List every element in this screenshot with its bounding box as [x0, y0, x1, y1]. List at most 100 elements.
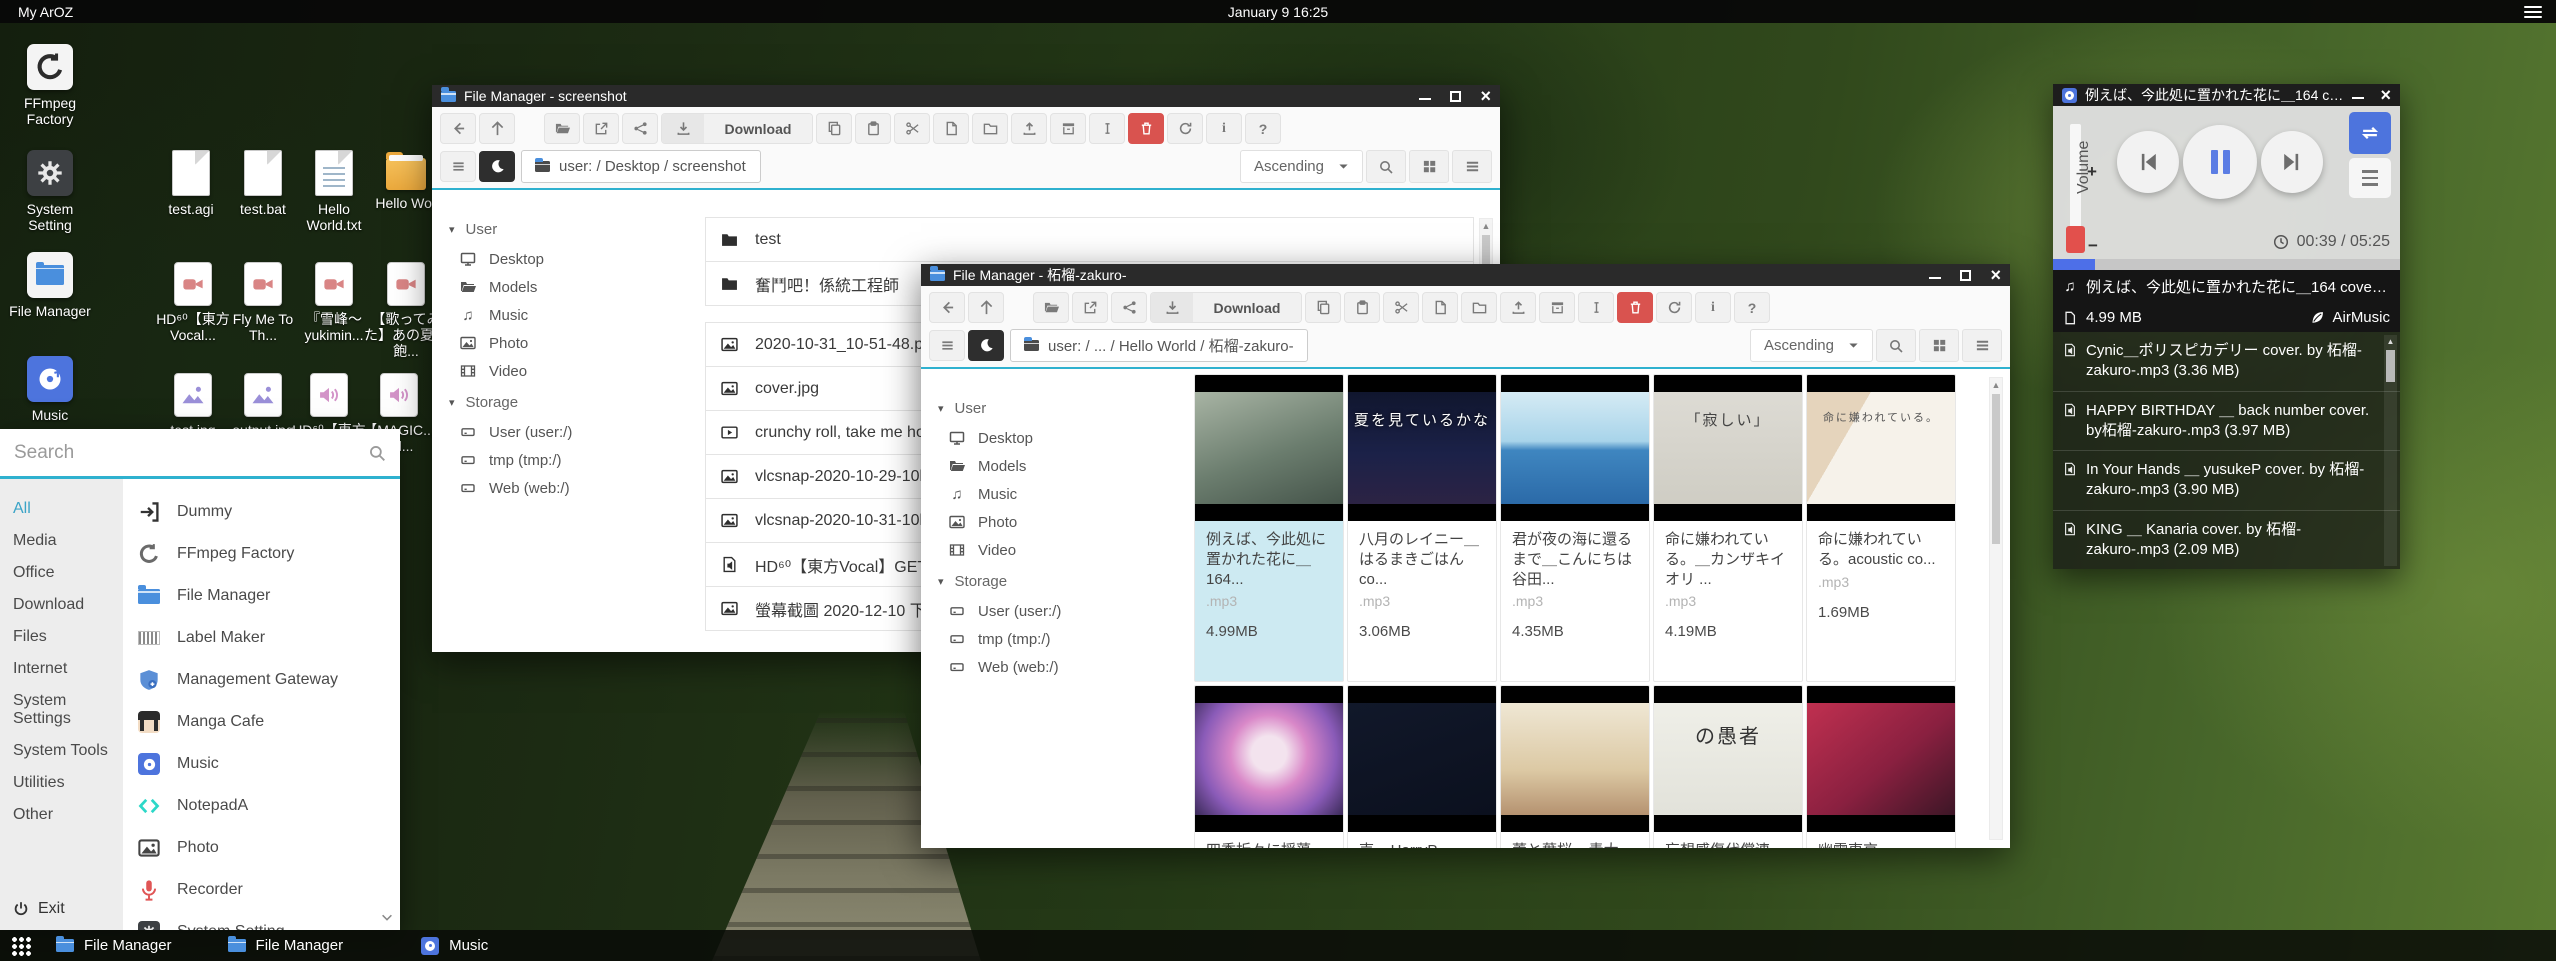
sidebar-item-models[interactable]: Models	[938, 452, 1186, 480]
exit-button[interactable]: Exit	[13, 900, 65, 918]
paste-button[interactable]	[1344, 292, 1380, 323]
list-menu-button[interactable]	[440, 151, 476, 182]
open-button[interactable]	[544, 113, 580, 144]
category-files[interactable]: Files	[0, 621, 123, 653]
app-item-dummy[interactable]: Dummy	[123, 491, 400, 533]
rename-button[interactable]	[1578, 292, 1614, 323]
up-button[interactable]	[479, 113, 515, 144]
upload-button[interactable]	[1011, 113, 1047, 144]
sidebar-item-tmp-drive[interactable]: tmp (tmp:/)	[449, 446, 697, 474]
previous-track-button[interactable]	[2117, 131, 2179, 193]
delete-button[interactable]	[1617, 292, 1653, 323]
category-utilities[interactable]: Utilities	[0, 767, 123, 799]
paste-button[interactable]	[855, 113, 891, 144]
taskbar-item-file-manager-1[interactable]: File Manager	[56, 937, 172, 954]
playlist-menu-button[interactable]	[2349, 158, 2391, 198]
app-item-management-gateway[interactable]: Management Gateway	[123, 659, 400, 701]
sidebar-item-user-drive[interactable]: User (user:/)	[938, 597, 1186, 625]
category-other[interactable]: Other	[0, 799, 123, 831]
info-button[interactable]: i	[1206, 113, 1242, 144]
app-item-notepada[interactable]: NotepadA	[123, 785, 400, 827]
sidebar-section-storage[interactable]: ▾Storage	[938, 573, 1186, 590]
player-titlebar[interactable]: 例えば、今此処に置かれた花に＿164 c… ×	[2053, 84, 2400, 106]
desktop-icon-ffmpeg[interactable]: FFmpeg Factory	[13, 44, 87, 127]
app-item-ffmpeg-factory[interactable]: FFmpeg Factory	[123, 533, 400, 575]
desktop-file-hello-world-txt[interactable]: Hello World.txt	[297, 150, 371, 233]
desktop-file-test-bat[interactable]: test.bat	[226, 150, 300, 217]
desktop-file-video-2[interactable]: Fly Me To Th...	[226, 262, 300, 343]
grid-view-button[interactable]	[1409, 150, 1449, 183]
file-tile[interactable]: 君が夜の海に還るまで＿こんにちは谷田....mp34.35MB	[1500, 374, 1650, 682]
list-view-button[interactable]	[1452, 150, 1492, 183]
minimize-button[interactable]	[1929, 277, 1941, 279]
sort-order-select[interactable]: Ascending	[1240, 150, 1363, 183]
close-button[interactable]: ×	[1990, 270, 2001, 281]
sidebar-item-desktop[interactable]: Desktop	[449, 245, 697, 273]
sidebar-section-user[interactable]: ▾User	[938, 400, 1186, 417]
open-external-button[interactable]	[1072, 292, 1108, 323]
download-button[interactable]: Download	[1150, 292, 1302, 323]
scroll-up-icon[interactable]: ▲	[1990, 378, 2002, 392]
desktop-file-test-agi[interactable]: test.agi	[154, 150, 228, 217]
app-item-recorder[interactable]: Recorder	[123, 869, 400, 911]
file-tile[interactable]: 四季折々に揺蕩い...	[1194, 685, 1344, 848]
category-media[interactable]: Media	[0, 525, 123, 557]
sidebar-item-video[interactable]: Video	[938, 536, 1186, 564]
taskbar-item-file-manager-2[interactable]: File Manager	[228, 937, 344, 954]
scrollbar-thumb[interactable]	[2386, 350, 2395, 382]
new-file-button[interactable]	[933, 113, 969, 144]
minimize-button[interactable]	[2352, 97, 2364, 99]
file-tile[interactable]: 命に嫌われている。 命に嫌われている。acoustic co....mp31.6…	[1806, 374, 1956, 682]
category-system-settings[interactable]: System Settings	[0, 685, 123, 735]
search-files-button[interactable]	[1366, 150, 1406, 183]
volume-minus[interactable]: −	[2088, 236, 2098, 256]
desktop-icon-music[interactable]: Music	[13, 356, 87, 423]
sidebar-item-music[interactable]: ♫Music	[938, 480, 1186, 508]
upload-button[interactable]	[1500, 292, 1536, 323]
volume-handle[interactable]	[2066, 226, 2085, 253]
category-all[interactable]: All	[0, 493, 123, 525]
sidebar-item-music[interactable]: ♫Music	[449, 301, 697, 329]
info-button[interactable]: i	[1695, 292, 1731, 323]
playlist-item[interactable]: KING ＿ Kanaria cover. by 柘榴-zakuro-.mp3 …	[2053, 511, 2400, 570]
help-button[interactable]: ?	[1734, 292, 1770, 323]
sort-order-select[interactable]: Ascending	[1750, 329, 1873, 362]
up-button[interactable]	[968, 292, 1004, 323]
file-tile[interactable]: 幽霊東京 _ Ayase...	[1806, 685, 1956, 848]
download-button[interactable]: Download	[661, 113, 813, 144]
sidebar-item-photo[interactable]: Photo	[938, 508, 1186, 536]
copy-button[interactable]	[816, 113, 852, 144]
category-office[interactable]: Office	[0, 557, 123, 589]
sidebar-item-photo[interactable]: Photo	[449, 329, 697, 357]
file-tile[interactable]: の愚者 忘想感傷代償連明...	[1653, 685, 1803, 848]
rename-button[interactable]	[1089, 113, 1125, 144]
maximize-button[interactable]	[1450, 91, 1461, 102]
dark-mode-button[interactable]	[968, 330, 1004, 361]
file-tile[interactable]: 蕾と葉桜 _ 青大月...	[1500, 685, 1650, 848]
refresh-button[interactable]	[1167, 113, 1203, 144]
archive-button[interactable]	[1050, 113, 1086, 144]
file-tile[interactable]: 夏を見ているかな 八月のレイニー＿はるまきごはん co....mp33.06MB	[1347, 374, 1497, 682]
window-titlebar[interactable]: File Manager - screenshot ×	[432, 85, 1500, 107]
category-system-tools[interactable]: System Tools	[0, 735, 123, 767]
app-item-file-manager[interactable]: File Manager	[123, 575, 400, 617]
playlist-item[interactable]: HAPPY BIRTHDAY ＿ back number cover. by柘榴…	[2053, 392, 2400, 452]
path-bar[interactable]: user: / Desktop / screenshot	[521, 150, 761, 183]
close-button[interactable]: ×	[2380, 90, 2391, 101]
dark-mode-button[interactable]	[479, 151, 515, 182]
taskbar-item-music[interactable]: Music	[421, 937, 488, 955]
file-tile[interactable]: 「寂しい」 命に嫌われている。＿カンザキイオリ ....mp34.19MB	[1653, 374, 1803, 682]
sidebar-item-web-drive[interactable]: Web (web:/)	[938, 653, 1186, 681]
sidebar-item-models[interactable]: Models	[449, 273, 697, 301]
scrollbar[interactable]: ▲	[1989, 377, 2003, 840]
refresh-button[interactable]	[1656, 292, 1692, 323]
scroll-up-icon[interactable]: ▲	[1480, 219, 1492, 233]
list-menu-button[interactable]	[929, 330, 965, 361]
sidebar-item-desktop[interactable]: Desktop	[938, 424, 1186, 452]
scrollbar-thumb[interactable]	[1992, 394, 2000, 544]
sidebar-item-tmp-drive[interactable]: tmp (tmp:/)	[938, 625, 1186, 653]
delete-button[interactable]	[1128, 113, 1164, 144]
next-track-button[interactable]	[2261, 131, 2323, 193]
sidebar-section-storage[interactable]: ▾Storage	[449, 394, 697, 411]
cut-button[interactable]	[1383, 292, 1419, 323]
